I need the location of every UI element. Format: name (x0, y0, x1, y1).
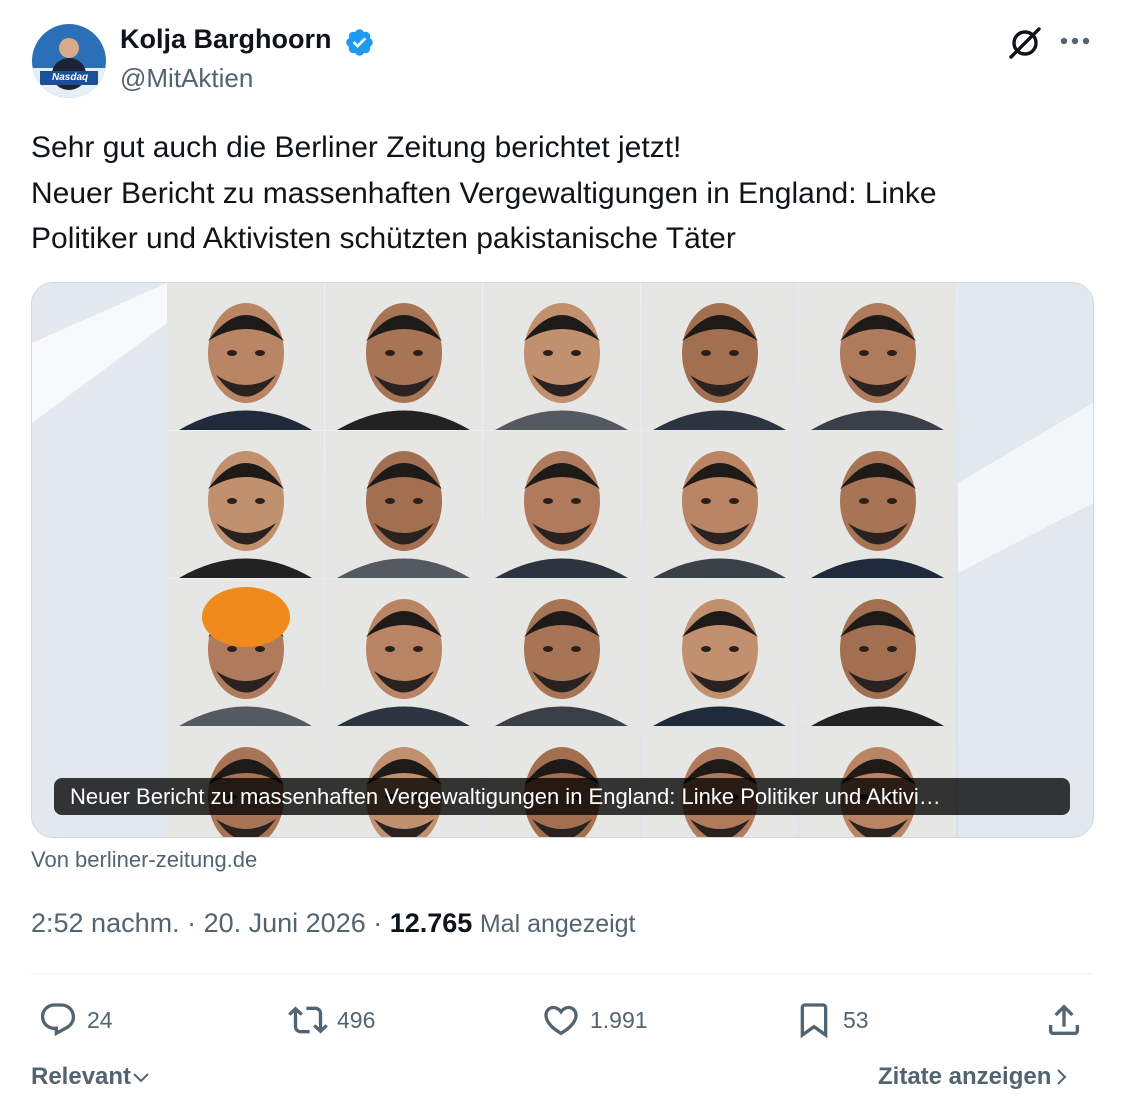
reply-icon (40, 1003, 76, 1037)
repost-count: 496 (337, 1006, 376, 1033)
mugshot-photo (799, 431, 956, 578)
card-source[interactable]: Von berliner-zeitung.de (31, 847, 257, 873)
mugshot-photo (325, 579, 482, 726)
tweet-date[interactable]: 20. Juni 2026 (204, 908, 366, 938)
more-icon[interactable] (1058, 28, 1092, 54)
tweet-time[interactable]: 2:52 nachm. (31, 908, 180, 938)
tweet-meta: 2:52 nachm. · 20. Juni 2026 · 12.765 Mal… (31, 908, 636, 939)
tweet-text: Sehr gut auch die Berliner Zeitung beric… (31, 125, 1091, 262)
reply-button[interactable]: 24 (38, 998, 113, 1042)
divider (31, 973, 1092, 974)
like-button[interactable]: 1.991 (541, 998, 648, 1042)
tweet-line: Sehr gut auch die Berliner Zeitung beric… (31, 131, 682, 164)
meta-separator: · (179, 908, 204, 938)
mugshot-photo (799, 283, 956, 430)
repost-icon (288, 1006, 328, 1034)
reply-count: 24 (87, 1006, 113, 1033)
mugshot-photo (799, 579, 956, 726)
author-handle[interactable]: @MitAktien (120, 63, 253, 94)
bookmark-count: 53 (843, 1006, 869, 1033)
mugshot-photo (641, 283, 798, 430)
mugshot-photo (167, 431, 324, 578)
chevron-down-icon (133, 1073, 149, 1083)
view-label: Mal angezeigt (479, 910, 636, 938)
card-caption: Neuer Bericht zu massenhaften Vergewalti… (54, 778, 1070, 815)
tweet-line: Politiker und Aktivisten schützten pakis… (31, 222, 736, 255)
turban-detail (202, 587, 290, 647)
sort-dropdown[interactable]: Relevant (31, 1063, 151, 1091)
grok-icon[interactable] (1006, 24, 1044, 62)
link-card[interactable] (31, 282, 1094, 838)
mugshot-photo (641, 579, 798, 726)
mugshot-photo (325, 283, 482, 430)
author-name[interactable]: Kolja Barghoorn (120, 24, 332, 55)
mugshot-photo (483, 283, 640, 430)
mugshot-photo (641, 431, 798, 578)
mugshot-photo (325, 431, 482, 578)
view-count: 12.765 (389, 908, 473, 938)
chevron-right-icon (1057, 1069, 1067, 1085)
quotes-label: Zitate anzeigen (878, 1063, 1052, 1090)
avatar-caption: Nasdaq (52, 72, 89, 83)
mugshot-photo (483, 579, 640, 726)
avatar[interactable]: Nasdaq (32, 24, 106, 98)
share-button[interactable] (1044, 998, 1084, 1042)
tweet-line: Neuer Bericht zu massenhaften Vergewalti… (31, 176, 937, 210)
like-count: 1.991 (590, 1006, 648, 1033)
mugshot-grid-image (32, 283, 1093, 837)
meta-separator: · (365, 908, 390, 938)
share-icon (1049, 1004, 1079, 1035)
mugshot-photo (483, 431, 640, 578)
mugshot-photo (167, 283, 324, 430)
like-icon (544, 1005, 578, 1036)
view-quotes-link[interactable]: Zitate anzeigen (878, 1063, 1073, 1091)
repost-button[interactable]: 496 (288, 998, 375, 1042)
verified-icon (346, 29, 373, 56)
sort-label: Relevant (31, 1063, 132, 1090)
bookmark-button[interactable]: 53 (794, 998, 869, 1042)
bookmark-icon (800, 1003, 828, 1039)
